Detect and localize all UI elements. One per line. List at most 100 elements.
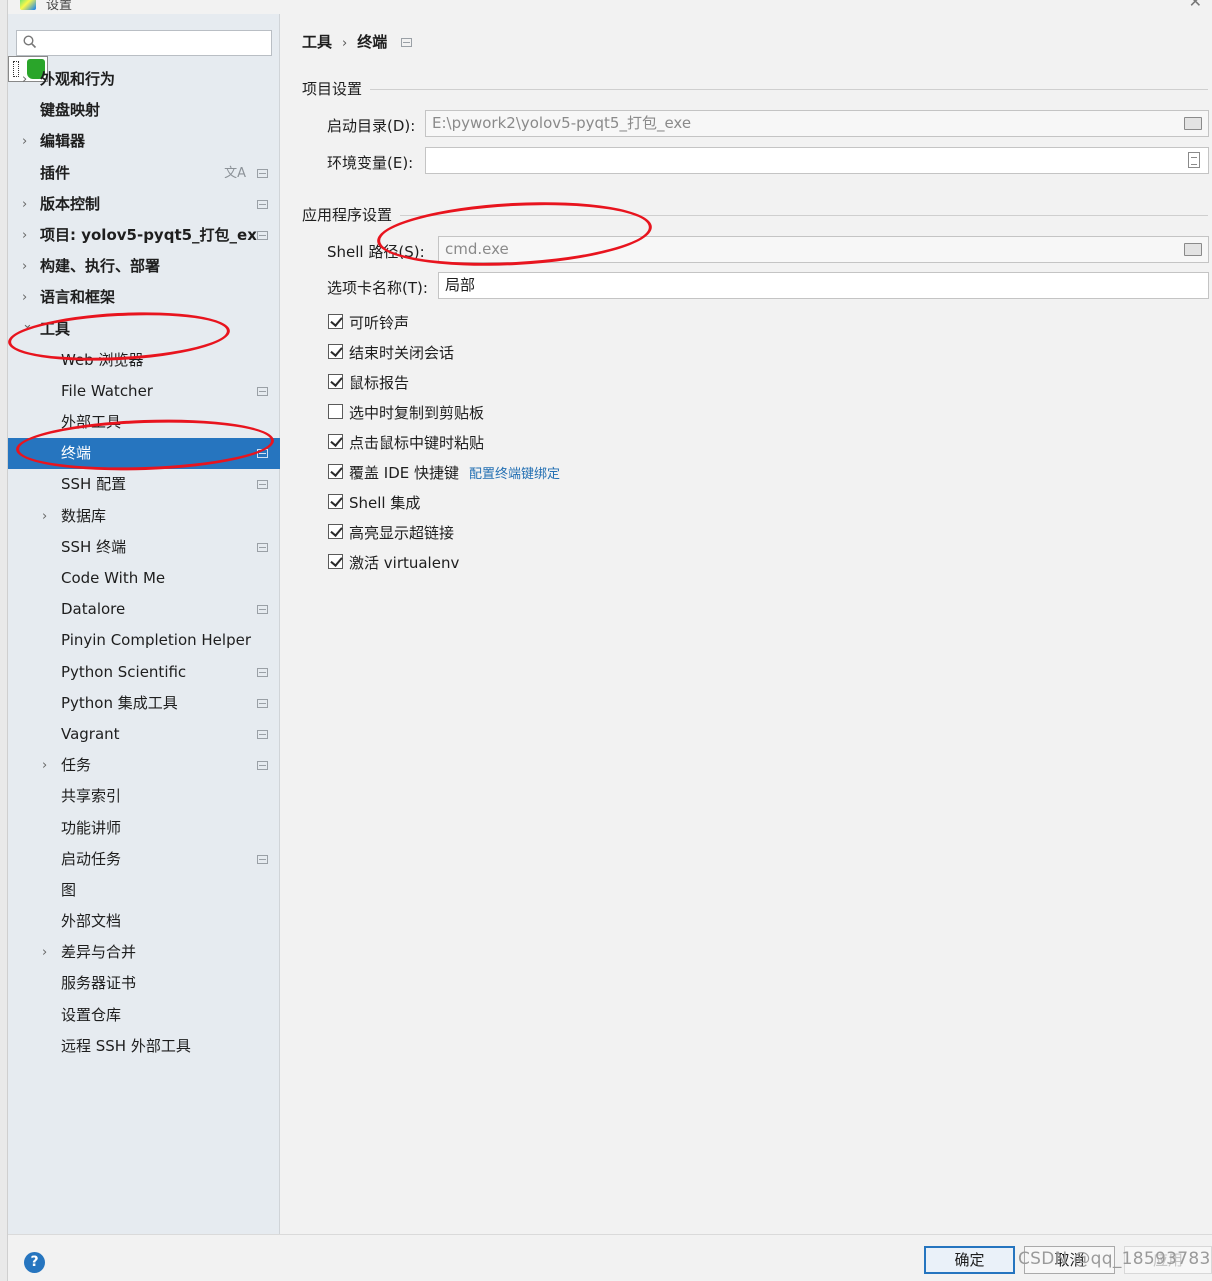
search-input[interactable] — [16, 30, 272, 56]
sidebar-item[interactable]: 功能讲师 — [8, 813, 280, 844]
tab-name-field[interactable]: 局部 — [438, 272, 1209, 299]
option-label: 可听铃声 — [349, 314, 410, 332]
folder-icon[interactable] — [1184, 117, 1202, 130]
sidebar-item[interactable]: ⌄ 工具 — [8, 314, 280, 345]
sidebar-item[interactable]: › 构建、执行、部署 — [8, 251, 280, 282]
translate-icon: 文A — [224, 165, 246, 181]
sidebar-item[interactable]: SSH 终端 — [8, 532, 280, 563]
project-level-icon — [257, 854, 268, 864]
close-icon[interactable]: ✕ — [1189, 0, 1202, 11]
sidebar-item[interactable]: Datalore — [8, 594, 280, 625]
checkbox-checked-icon[interactable] — [328, 344, 343, 359]
settings-tree: › 外观和行为 键盘映射 › 编辑器 插件 文A › 版本控制 › 项目: yolov5-pyqt5… — [8, 64, 280, 1062]
sidebar-item[interactable]: 启动任务 — [8, 844, 280, 875]
pycharm-app-icon — [20, 0, 36, 10]
sidebar-item-label: 数据库 — [61, 506, 107, 525]
sidebar-item-label: Python Scientific — [61, 662, 187, 681]
checkbox-checked-icon[interactable] — [328, 524, 343, 539]
start-dir-field[interactable]: E:\pywork2\yolov5-pyqt5_打包_exe — [425, 110, 1209, 137]
sidebar-item[interactable]: 外部工具 — [8, 407, 280, 438]
chevron-right-icon[interactable]: › — [42, 937, 54, 968]
sidebar-item[interactable]: 图 — [8, 875, 280, 906]
chevron-right-icon[interactable]: › — [22, 189, 34, 220]
breadcrumb: 工具 › 终端 — [302, 31, 413, 52]
checkbox-checked-icon[interactable] — [328, 494, 343, 509]
sidebar-item-label: 设置仓库 — [61, 1005, 122, 1024]
sidebar-item[interactable]: SSH 配置 — [8, 469, 280, 500]
checkbox-unchecked-icon[interactable] — [328, 404, 343, 419]
app-settings-section: 应用程序设置 — [302, 204, 1208, 225]
sidebar-item[interactable]: 设置仓库 — [8, 1000, 280, 1031]
chevron-right-icon[interactable]: › — [22, 126, 34, 157]
sidebar-item-label: 构建、执行、部署 — [40, 257, 161, 276]
ok-button[interactable]: 确定 — [924, 1246, 1015, 1274]
chevron-right-icon[interactable]: › — [42, 501, 54, 532]
sidebar-item[interactable]: › 项目: yolov5-pyqt5_打包_exe — [8, 220, 280, 251]
window-title: 设置 — [46, 0, 73, 13]
option-label: 鼠标报告 — [349, 374, 410, 392]
sidebar-item-label: 版本控制 — [40, 194, 101, 213]
sidebar-item-label: 任务 — [61, 756, 92, 775]
settings-content: 工具 › 终端 项目设置 启动目录(D): E:\pywork2\yolov5-py… — [281, 14, 1212, 1234]
project-level-icon — [257, 761, 268, 771]
sidebar-item-label: 插件 — [40, 163, 71, 182]
section-divider — [370, 89, 1208, 90]
checkbox-checked-icon[interactable] — [328, 464, 343, 479]
sidebar-item[interactable]: Code With Me — [8, 563, 280, 594]
sidebar-item[interactable]: › 差异与合并 — [8, 937, 280, 968]
sidebar-item[interactable]: Web 浏览器 — [8, 345, 280, 376]
breadcrumb-parent[interactable]: 工具 — [302, 31, 332, 52]
sidebar-item[interactable]: › 版本控制 — [8, 189, 280, 220]
chevron-right-icon[interactable]: › — [22, 64, 34, 95]
option-label: Shell 集成 — [349, 494, 421, 512]
sidebar-item[interactable]: 终端 — [8, 438, 280, 470]
project-level-icon — [257, 698, 268, 708]
sidebar-item-label: 项目: yolov5-pyqt5_打包_exe — [40, 225, 268, 244]
chevron-right-icon[interactable]: › — [42, 750, 54, 781]
sidebar-item-label: 共享索引 — [61, 787, 122, 806]
sidebar-item[interactable]: Pinyin Completion Helper — [8, 625, 280, 656]
option-label: 结束时关闭会话 — [349, 344, 455, 362]
checkbox-checked-icon[interactable] — [328, 554, 343, 569]
sidebar-item[interactable]: 远程 SSH 外部工具 — [8, 1031, 280, 1062]
sidebar-item[interactable]: Python 集成工具 — [8, 688, 280, 719]
chevron-right-icon[interactable]: › — [22, 220, 34, 251]
project-level-icon — [257, 729, 268, 739]
project-level-icon — [257, 480, 268, 490]
sidebar-item[interactable]: 键盘映射 — [8, 95, 280, 126]
checkbox-checked-icon[interactable] — [328, 374, 343, 389]
app-settings-heading: 应用程序设置 — [302, 206, 393, 224]
checkbox-checked-icon[interactable] — [328, 434, 343, 449]
tab-name-value: 局部 — [445, 276, 476, 294]
sidebar-item[interactable]: › 任务 — [8, 750, 280, 781]
help-icon[interactable]: ? — [24, 1252, 45, 1273]
sidebar-item[interactable]: 外部文档 — [8, 906, 280, 937]
checkbox-checked-icon[interactable] — [328, 314, 343, 329]
configure-keybindings-link[interactable]: 配置终端键绑定 — [469, 463, 560, 482]
sidebar-item-label: 工具 — [40, 319, 71, 338]
sidebar-item-label: 编辑器 — [40, 132, 86, 151]
edit-env-icon[interactable] — [1188, 152, 1200, 168]
shell-path-field[interactable]: cmd.exe — [438, 236, 1209, 263]
sidebar-item[interactable]: 共享索引 — [8, 781, 280, 812]
sidebar-item[interactable]: › 编辑器 — [8, 126, 280, 157]
env-vars-field[interactable] — [425, 147, 1209, 174]
sidebar-item[interactable]: › 语言和框架 — [8, 282, 280, 313]
breadcrumb-current: 终端 — [357, 33, 388, 51]
sidebar-item[interactable]: › 外观和行为 — [8, 64, 280, 95]
sidebar-item[interactable]: File Watcher — [8, 376, 280, 407]
option-label: 激活 virtualenv — [349, 554, 460, 572]
folder-icon[interactable] — [1184, 243, 1202, 256]
project-settings-heading: 项目设置 — [302, 80, 363, 98]
sidebar-item[interactable]: Python Scientific — [8, 657, 280, 688]
chevron-down-icon[interactable]: ⌄ — [22, 309, 34, 340]
sidebar-item-label: SSH 终端 — [61, 537, 127, 556]
sidebar-item[interactable]: 插件 文A — [8, 158, 280, 189]
sidebar-item[interactable]: › 数据库 — [8, 501, 280, 532]
sidebar-item[interactable]: 服务器证书 — [8, 968, 280, 999]
sidebar-item[interactable]: Vagrant — [8, 719, 280, 750]
sidebar-item-label: 图 — [61, 880, 77, 899]
project-level-icon — [257, 605, 268, 615]
title-bar: 设置 ✕ — [8, 0, 1212, 14]
chevron-right-icon[interactable]: › — [22, 251, 34, 282]
